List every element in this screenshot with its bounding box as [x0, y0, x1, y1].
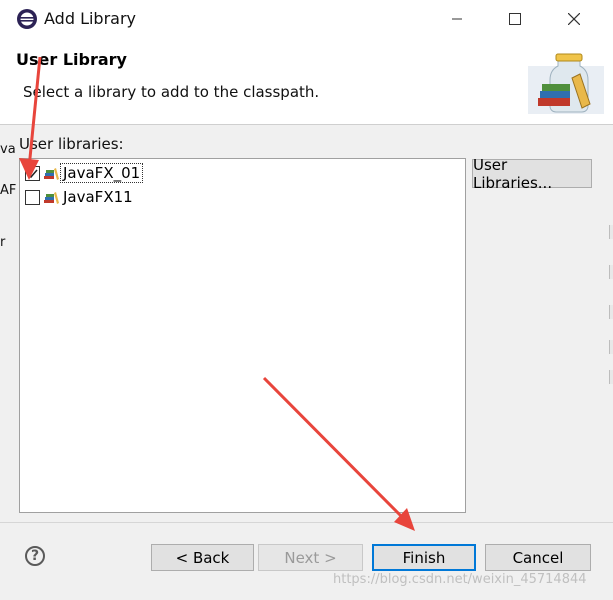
library-jar-icon	[528, 53, 604, 114]
user-libraries-button[interactable]: User Libraries...	[472, 156, 592, 192]
user-libraries-label: User libraries:	[19, 135, 124, 153]
maximize-icon	[509, 13, 521, 25]
library-checkbox-checked[interactable]	[25, 165, 40, 181]
page-title: User Library	[16, 50, 127, 69]
maximize-button[interactable]	[492, 0, 538, 38]
library-label: JavaFX_01	[59, 163, 144, 183]
minimize-button[interactable]	[434, 0, 480, 38]
wizard-header: User Library Select a library to add to …	[0, 38, 613, 124]
list-item[interactable]: JavaFX11	[25, 186, 135, 208]
library-label: JavaFX11	[63, 188, 133, 206]
next-button[interactable]: Next >	[258, 544, 363, 571]
background-text-fragment: r	[0, 235, 6, 250]
minimize-icon	[452, 18, 462, 20]
eclipse-app-icon	[17, 9, 37, 29]
close-icon	[568, 13, 580, 25]
watermark: https://blog.csdn.net/weixin_45714844	[333, 572, 587, 587]
back-button[interactable]: < Back	[151, 544, 254, 571]
close-button[interactable]	[551, 0, 597, 38]
background-fragment	[609, 225, 613, 239]
user-libraries-list[interactable]: JavaFX_01 JavaFX11	[19, 158, 466, 513]
background-fragment	[609, 305, 613, 319]
background-fragment	[609, 265, 613, 279]
background-text-fragment: va	[0, 142, 16, 157]
dialog-footer: ? < Back Next > Finish Cancel https://bl…	[0, 523, 613, 600]
list-item[interactable]: JavaFX_01	[25, 162, 144, 184]
background-fragment	[609, 340, 613, 354]
dialog-content: va AF r User libraries: JavaFX_01 JavaFX…	[0, 125, 613, 522]
finish-button[interactable]: Finish	[372, 544, 476, 571]
cancel-button[interactable]: Cancel	[485, 544, 591, 571]
title-bar: Add Library	[0, 0, 613, 38]
help-icon: ?	[30, 548, 40, 564]
checkmark-icon	[27, 169, 38, 178]
background-fragment	[609, 370, 613, 384]
background-text-fragment: AF	[0, 183, 17, 198]
help-button[interactable]: ?	[25, 546, 45, 566]
library-icon	[44, 168, 59, 180]
library-icon	[44, 192, 59, 204]
library-checkbox-unchecked[interactable]	[25, 189, 40, 205]
window-title: Add Library	[44, 9, 137, 28]
page-description: Select a library to add to the classpath…	[23, 83, 320, 101]
